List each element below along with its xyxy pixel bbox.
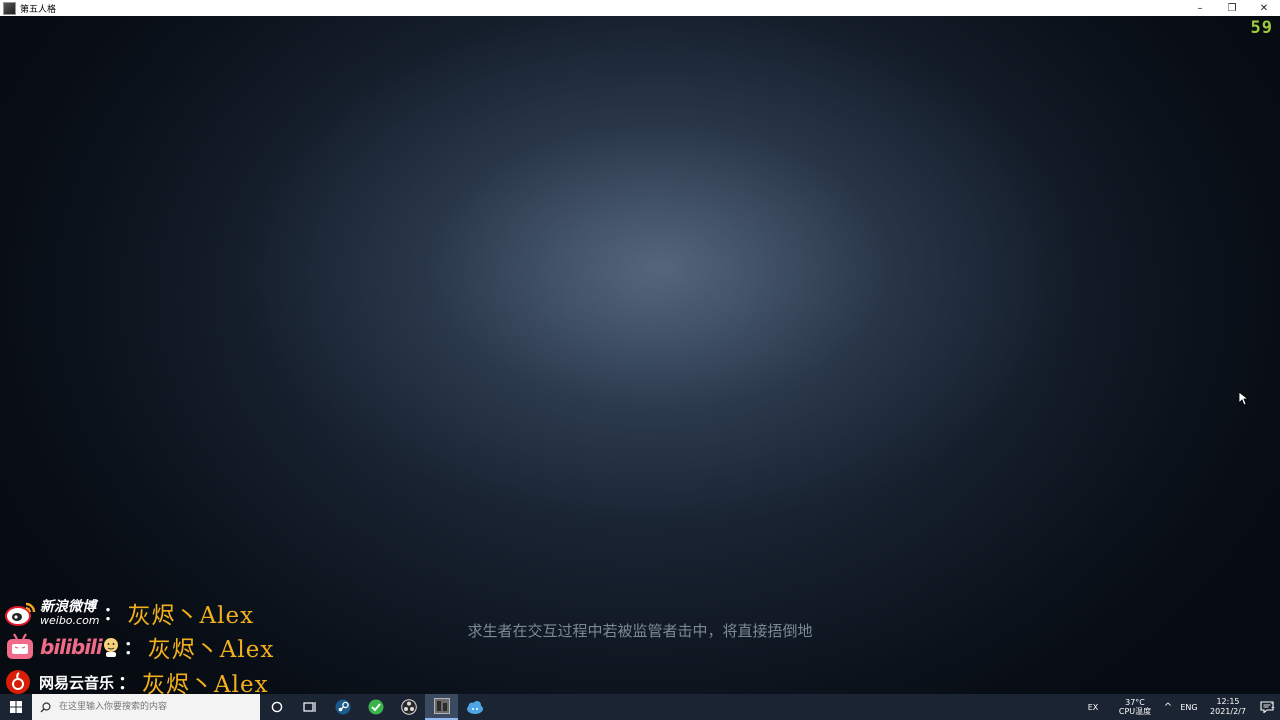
clock[interactable]: 12:15 2021/2/7 — [1202, 697, 1254, 718]
start-button[interactable] — [0, 694, 32, 720]
cpu-temp-value: 37°C — [1125, 697, 1145, 707]
notification-badge: 1 — [1270, 702, 1275, 710]
window-title: 第五人格 — [20, 4, 57, 15]
search-input[interactable] — [56, 701, 260, 713]
taskbar-search-box[interactable] — [32, 694, 260, 720]
task-view-button[interactable] — [293, 694, 326, 720]
app-icon — [3, 1, 16, 15]
tray-ex-icon[interactable]: EX — [1076, 703, 1110, 712]
taskbar-cloud-app[interactable] — [458, 694, 491, 720]
minimize-button[interactable]: – — [1184, 0, 1216, 16]
game-app-icon — [433, 698, 450, 714]
restore-button[interactable]: ❐ — [1216, 0, 1248, 16]
fps-counter: 59 — [1250, 18, 1273, 38]
green-app-icon — [368, 699, 383, 715]
loading-tip: 求生者在交互过程中若被监管者击中，将直接捂倒地 — [467, 622, 813, 640]
steam-icon — [335, 699, 350, 715]
obs-icon — [400, 699, 417, 715]
windows-start-icon — [10, 701, 22, 713]
close-button[interactable]: ✕ — [1248, 0, 1280, 16]
netease-music-icon — [6, 670, 30, 694]
tray-chevron-icon[interactable]: ^ — [1160, 702, 1176, 713]
cpu-temp-widget[interactable]: 37°C CPU温度 — [1110, 698, 1160, 716]
mouse-cursor-icon — [1239, 392, 1249, 406]
search-icon — [40, 701, 51, 712]
cpu-temp-label: CPU温度 — [1118, 707, 1152, 716]
taskbar-green-app[interactable] — [359, 694, 392, 720]
window-title-bar: 第五人格 – ❐ ✕ — [0, 0, 1280, 17]
cortana-button[interactable] — [260, 694, 293, 720]
window-controls: – ❐ ✕ — [1184, 0, 1280, 16]
taskbar-obs[interactable] — [392, 694, 425, 720]
clock-time: 12:15 — [1216, 696, 1240, 706]
system-tray: EX 37°C CPU温度 ^ ENG 12:15 2021/2/7 1 — [1076, 694, 1280, 720]
language-indicator[interactable]: ENG — [1176, 703, 1202, 712]
weibo-cn-label: 新浪微博 — [40, 599, 96, 615]
notification-center-button[interactable]: 1 — [1254, 701, 1280, 713]
taskbar-steam[interactable] — [326, 694, 359, 720]
taskbar-game-app[interactable] — [425, 694, 458, 720]
cloud-app-icon — [466, 701, 483, 714]
netease-colon: ： — [118, 673, 137, 694]
task-view-icon — [302, 702, 316, 712]
taskbar: EX 37°C CPU温度 ^ ENG 12:15 2021/2/7 1 — [0, 694, 1280, 720]
clock-date: 2021/2/7 — [1210, 707, 1246, 716]
netease-label: 网易云音乐 — [39, 673, 115, 692]
cortana-icon — [271, 701, 282, 713]
game-viewport[interactable]: 59 — [0, 16, 1280, 694]
